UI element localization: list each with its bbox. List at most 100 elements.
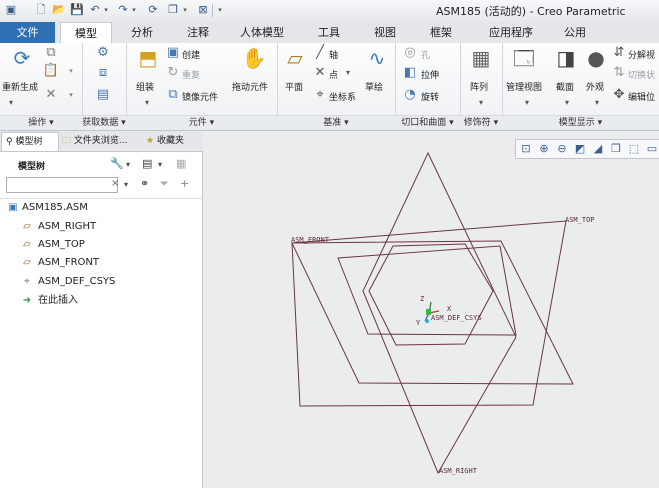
sketch-icon[interactable]: ∿ bbox=[363, 46, 391, 70]
tab-view[interactable]: 视图 bbox=[360, 22, 410, 43]
graphics-window[interactable]: ASM_FRONT ASM_TOP ASM_RIGHT Z X Y ASM_DE… bbox=[203, 131, 659, 488]
display-style-icon[interactable]: ◢ bbox=[590, 141, 606, 157]
tab-model[interactable]: 模型 bbox=[60, 22, 112, 45]
windows-dropdown-icon[interactable]: ▾ bbox=[181, 3, 189, 17]
regenerate-icon[interactable]: ⟳ bbox=[146, 3, 160, 17]
undo-icon[interactable]: ↶ bbox=[88, 3, 102, 17]
user-defined-feature-icon[interactable]: ⚙ bbox=[94, 45, 112, 61]
add-column-icon[interactable]: + bbox=[180, 177, 189, 190]
cut-surface-group-label[interactable]: 切口和曲面 ▾ bbox=[395, 115, 460, 130]
point-dropdown-icon[interactable]: ▾ bbox=[339, 65, 357, 81]
section-dropdown-icon[interactable]: ▾ bbox=[558, 95, 576, 111]
manage-views-icon[interactable]: 🗔 bbox=[510, 46, 538, 70]
open-file-icon[interactable]: 📂 bbox=[52, 3, 66, 17]
filter-icon[interactable]: ⏷ bbox=[160, 177, 169, 191]
section-button[interactable]: 截面 bbox=[556, 80, 574, 93]
new-file-icon[interactable]: 🗋 bbox=[34, 3, 48, 17]
extrude-button[interactable]: 拉伸 bbox=[421, 68, 439, 81]
tab-tools[interactable]: 工具 bbox=[298, 22, 360, 43]
component-group-label[interactable]: 元件 ▾ bbox=[126, 115, 277, 130]
revolve-icon[interactable]: ◔ bbox=[401, 87, 419, 103]
tree-node-asm-top[interactable]: ▱ ASM_TOP bbox=[0, 237, 200, 253]
tree-node-insert-here[interactable]: ➜ 在此插入 bbox=[0, 293, 200, 309]
revolve-button[interactable]: 旋转 bbox=[421, 90, 439, 103]
assemble-icon[interactable]: ⬒ bbox=[134, 46, 162, 70]
regenerate-button[interactable]: 重新生成 bbox=[2, 80, 38, 93]
extrude-icon[interactable]: ◧ bbox=[401, 65, 419, 81]
zoom-in-icon[interactable]: ⊕ bbox=[536, 141, 552, 157]
operations-group-label[interactable]: 操作 ▾ bbox=[0, 115, 82, 130]
redo-dropdown-icon[interactable]: ▾ bbox=[130, 3, 138, 17]
redo-icon[interactable]: ↷ bbox=[116, 3, 130, 17]
drag-components-button[interactable]: 拖动元件 bbox=[232, 80, 268, 93]
tree-node-assembly[interactable]: ▣ ASM185.ASM bbox=[0, 200, 200, 216]
tab-framework[interactable]: 框架 bbox=[410, 22, 472, 43]
get-data-group-label[interactable]: 获取数据 ▾ bbox=[82, 115, 126, 130]
search-dropdown-icon[interactable]: ▾ bbox=[124, 180, 128, 189]
manage-views-button[interactable]: 管理视图 bbox=[506, 80, 542, 93]
datum-display-icon[interactable]: ▭ bbox=[644, 141, 659, 157]
shrinkwrap-icon[interactable]: ▤ bbox=[94, 87, 112, 103]
mirror-component-button[interactable]: 镜像元件 bbox=[182, 90, 218, 103]
edit-position-button[interactable]: 编辑位 bbox=[628, 90, 655, 103]
appearance-button[interactable]: 外观 bbox=[586, 80, 604, 93]
mirror-component-icon[interactable]: ⧉ bbox=[164, 87, 182, 103]
pattern-dropdown-icon[interactable]: ▾ bbox=[472, 95, 490, 111]
create-button[interactable]: 创建 bbox=[182, 48, 200, 61]
undo-dropdown-icon[interactable]: ▾ bbox=[102, 3, 110, 17]
explode-view-button[interactable]: 分解视 bbox=[628, 48, 655, 61]
regenerate-dropdown-icon[interactable]: ▾ bbox=[2, 95, 20, 111]
datum-plane-big-icon[interactable]: ▱ bbox=[281, 46, 309, 70]
tree-node-asm-right[interactable]: ▱ ASM_RIGHT bbox=[0, 219, 200, 235]
create-icon[interactable]: ▣ bbox=[164, 45, 182, 61]
manage-views-dropdown-icon[interactable]: ▾ bbox=[518, 95, 536, 111]
tree-node-asm-front[interactable]: ▱ ASM_FRONT bbox=[0, 255, 200, 271]
delete-dropdown-icon[interactable]: ▾ bbox=[62, 87, 80, 103]
customize-toolbar-icon[interactable]: ▾ bbox=[216, 3, 224, 17]
close-window-icon[interactable]: ⊠ bbox=[196, 3, 210, 17]
tab-folder-browser[interactable]: 🗀 文件夹浏览... bbox=[58, 132, 142, 150]
edit-position-icon[interactable]: ✥ bbox=[610, 87, 628, 103]
copy-icon[interactable]: ⧉ bbox=[42, 45, 60, 61]
repaint-icon[interactable]: ◩ bbox=[572, 141, 588, 157]
refit-icon[interactable]: ⊡ bbox=[518, 141, 534, 157]
tree-search-input[interactable] bbox=[6, 177, 118, 193]
explode-view-icon[interactable]: ⇵ bbox=[610, 45, 628, 61]
coordinate-system-button[interactable]: 坐标系 bbox=[329, 90, 356, 103]
zoom-out-icon[interactable]: ⊖ bbox=[554, 141, 570, 157]
tab-favorites[interactable]: ★ 收藏夹 bbox=[142, 132, 204, 150]
tree-settings-icon[interactable]: 🔧 bbox=[110, 157, 124, 170]
plane-button[interactable]: 平面 bbox=[285, 80, 303, 93]
drag-components-icon[interactable]: ✋ bbox=[240, 46, 268, 70]
tab-model-tree[interactable]: ⚲ 模型树 bbox=[1, 132, 59, 151]
model-display-group-label[interactable]: 模型显示 ▾ bbox=[502, 115, 659, 130]
binoculars-find-icon[interactable]: ⚭ bbox=[140, 177, 149, 190]
datum-plane-hexagon-outline[interactable] bbox=[368, 243, 494, 346]
axis-icon[interactable]: ╱ bbox=[311, 45, 329, 61]
pattern-button[interactable]: 阵列 bbox=[470, 80, 488, 93]
tab-manikin[interactable]: 人体模型 bbox=[226, 22, 298, 43]
tab-annotate[interactable]: 注释 bbox=[170, 22, 226, 43]
point-button[interactable]: 点 bbox=[329, 68, 338, 81]
tree-show-icon[interactable]: ▤ bbox=[142, 157, 152, 170]
tab-applications[interactable]: 应用程序 bbox=[472, 22, 550, 43]
tab-common[interactable]: 公用 bbox=[550, 22, 600, 43]
pattern-icon[interactable]: ▦ bbox=[467, 46, 495, 70]
sketch-button[interactable]: 草绘 bbox=[365, 80, 383, 93]
assemble-dropdown-icon[interactable]: ▾ bbox=[138, 95, 156, 111]
tab-file[interactable]: 文件 bbox=[0, 22, 55, 43]
modifiers-group-label[interactable]: 修饰符 ▾ bbox=[460, 115, 502, 130]
tree-settings-dropdown-icon[interactable]: ▾ bbox=[126, 160, 130, 169]
tab-analysis[interactable]: 分析 bbox=[114, 22, 170, 43]
section-icon[interactable]: ◨ bbox=[552, 46, 580, 70]
copy-geometry-icon[interactable]: ⧈ bbox=[94, 65, 112, 81]
datum-plane-asm-right[interactable] bbox=[362, 151, 517, 475]
appearance-sphere-icon[interactable]: ● bbox=[582, 46, 610, 70]
paste-dropdown-icon[interactable]: ▾ bbox=[62, 63, 80, 79]
view-manager-icon[interactable]: ⬚ bbox=[626, 141, 642, 157]
assemble-button[interactable]: 组装 bbox=[136, 80, 154, 93]
save-icon[interactable]: 💾 bbox=[70, 3, 84, 17]
datum-group-label[interactable]: 基准 ▾ bbox=[277, 115, 395, 130]
named-views-icon[interactable]: ❒ bbox=[608, 141, 624, 157]
regenerate-big-icon[interactable]: ⟳ bbox=[8, 46, 36, 70]
